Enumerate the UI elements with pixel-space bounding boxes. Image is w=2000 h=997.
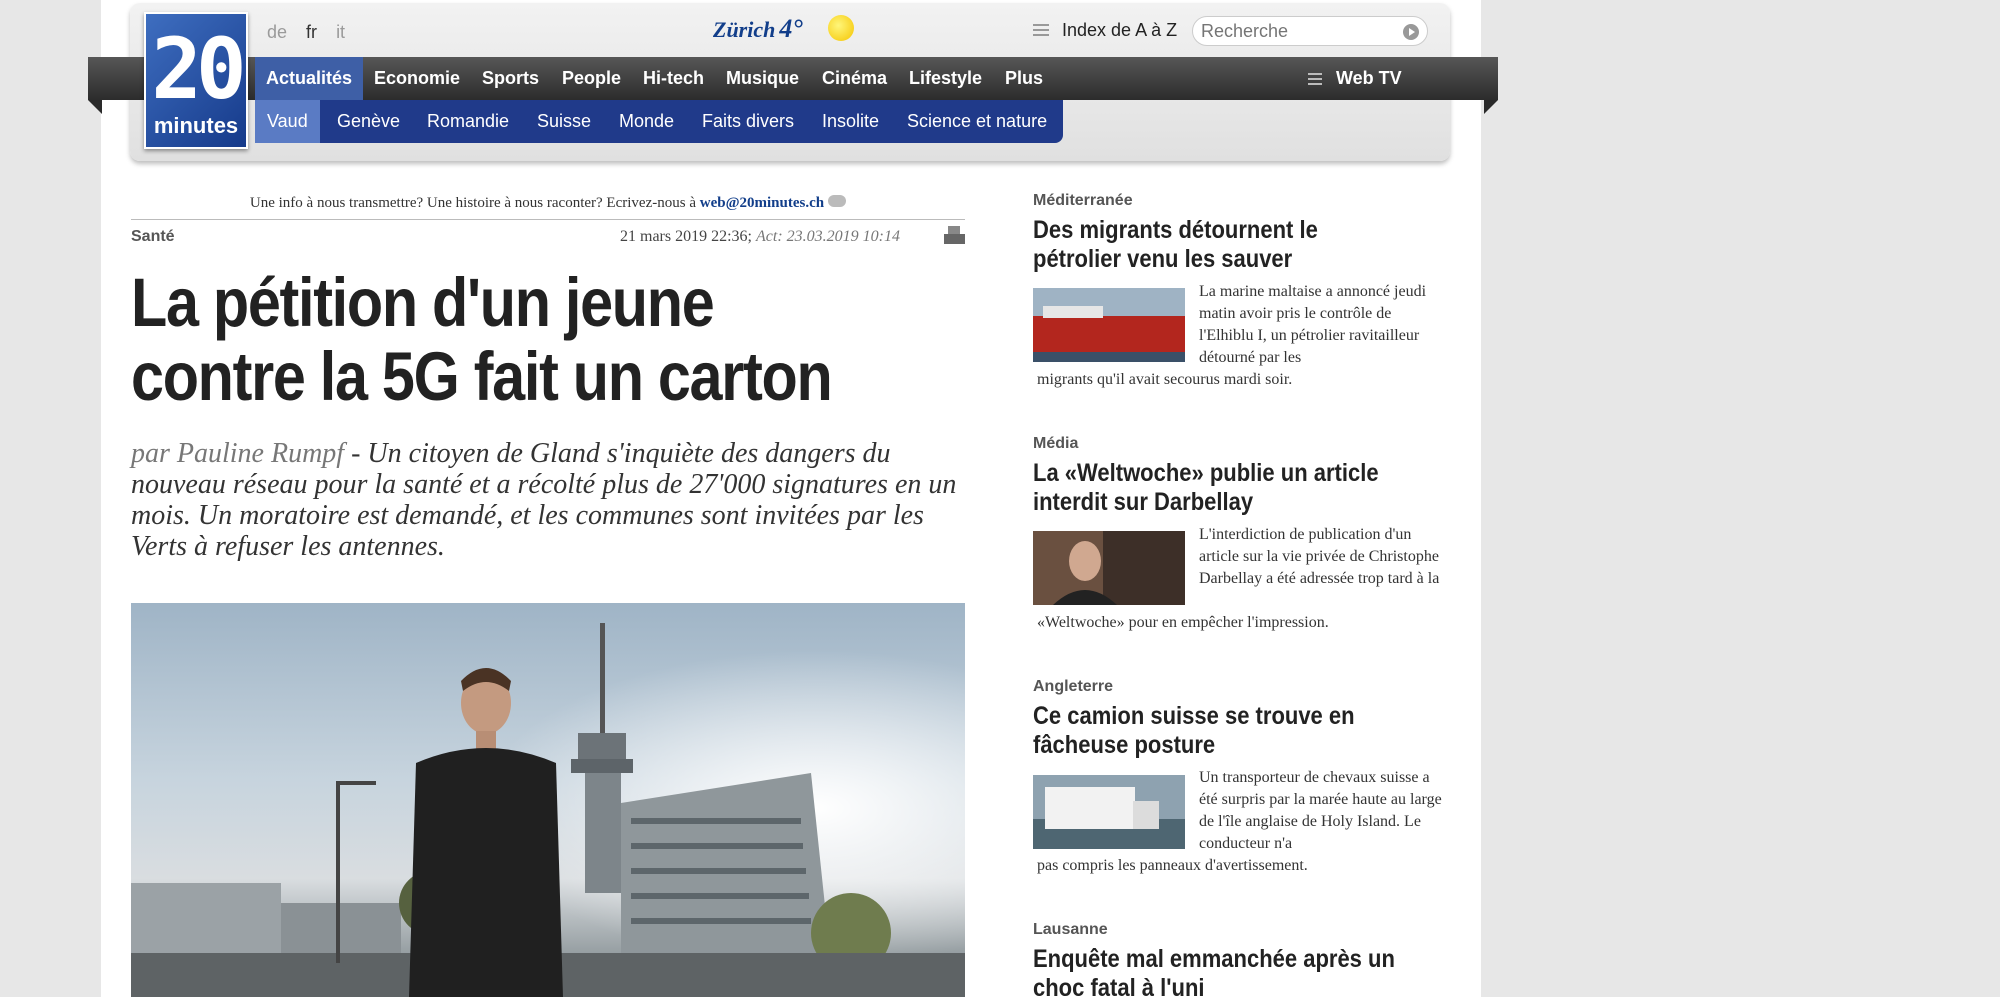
- lang-de[interactable]: de: [267, 22, 287, 42]
- article-updated: Act: 23.03.2019 10:14: [756, 228, 900, 245]
- sidebar-item-category[interactable]: Média: [1033, 435, 1078, 453]
- lang-it[interactable]: it: [336, 22, 345, 42]
- thumb-truck-illustration: [1033, 775, 1185, 849]
- lang-fr[interactable]: fr: [306, 22, 317, 42]
- logo-20minutes[interactable]: 20 minutes: [144, 12, 248, 149]
- nav-economie[interactable]: Economie: [374, 57, 460, 100]
- tip-line: Une info à nous transmettre? Une histoir…: [131, 195, 965, 212]
- subnav-science-et-nature[interactable]: Science et nature: [907, 100, 1047, 143]
- subnav-suisse[interactable]: Suisse: [537, 100, 591, 143]
- sidebar-item-thumbnail[interactable]: [1033, 531, 1185, 605]
- subnav-vaud[interactable]: Vaud: [255, 100, 320, 143]
- logo-word: minutes: [153, 113, 239, 138]
- subnav-insolite[interactable]: Insolite: [822, 100, 879, 143]
- tip-text: Une info à nous transmettre? Une histoir…: [249, 195, 696, 211]
- weather-widget[interactable]: Zürich 4°: [713, 14, 803, 44]
- sidebar-item-thumbnail[interactable]: [1033, 288, 1185, 362]
- print-icon[interactable]: [944, 226, 965, 246]
- weather-city: Zürich: [713, 17, 776, 42]
- index-link[interactable]: Index de A à Z: [1062, 20, 1177, 41]
- article-headline: La pétition d'un jeune contre la 5G fait…: [131, 264, 833, 415]
- nav-people[interactable]: People: [562, 57, 621, 100]
- subnav-geneve[interactable]: Genève: [337, 100, 400, 143]
- tip-email-link[interactable]: web@20minutes.ch: [700, 195, 824, 211]
- nav-hi-tech[interactable]: Hi-tech: [643, 57, 704, 100]
- nav-cinema[interactable]: Cinéma: [822, 57, 887, 100]
- thumb-tanker-illustration: [1033, 288, 1185, 362]
- article-date: 21 mars 2019 22:36;: [620, 228, 752, 245]
- nav-sports[interactable]: Sports: [482, 57, 539, 100]
- subnav-monde[interactable]: Monde: [619, 100, 674, 143]
- sun-icon: [828, 15, 854, 41]
- sidebar-item-summary: Un transporteur de chevaux suisse a été …: [1199, 769, 1442, 852]
- sidebar-item-summary: La marine maltaise a annoncé jeudi matin…: [1199, 283, 1427, 366]
- ribbon-fold-left: [88, 100, 102, 114]
- thumb-person-illustration: [1033, 531, 1185, 605]
- ribbon-fold-right: [1484, 100, 1498, 114]
- comment-icon: [828, 195, 847, 207]
- article-category[interactable]: Santé: [131, 228, 175, 246]
- article-author[interactable]: par Pauline Rumpf: [131, 438, 344, 469]
- search-go-icon[interactable]: [1403, 24, 1419, 40]
- nav-web-tv[interactable]: Web TV: [1336, 57, 1402, 100]
- sidebar-item-category[interactable]: Angleterre: [1033, 678, 1113, 696]
- sidebar-item-title[interactable]: Des migrants détournent le pétrolier ven…: [1033, 216, 1411, 274]
- hero-photo-illustration: [131, 603, 965, 997]
- weather-temp: 4°: [779, 14, 803, 43]
- sidebar-item-summary-end: «Weltwoche» pour en empêcher l'impressio…: [1037, 614, 1329, 631]
- nav-actualites[interactable]: Actualités: [255, 57, 364, 100]
- subnav-faits-divers[interactable]: Faits divers: [702, 100, 794, 143]
- menu-icon: [1308, 73, 1322, 85]
- nav-lifestyle[interactable]: Lifestyle: [909, 57, 982, 100]
- sidebar-item-category[interactable]: Lausanne: [1033, 921, 1108, 939]
- subnav-romandie[interactable]: Romandie: [427, 100, 509, 143]
- article-hero-image[interactable]: [131, 603, 965, 997]
- page: 20 minutes de fr it Zürich 4° Index de A…: [88, 0, 1498, 997]
- list-icon: [1033, 24, 1049, 38]
- logo-number: 20: [151, 20, 246, 118]
- sidebar-item-summary: L'interdiction de publication d'un artic…: [1199, 526, 1440, 587]
- article-divider: [131, 219, 965, 220]
- search-input[interactable]: [1201, 20, 1401, 42]
- sidebar-item-title[interactable]: Enquête mal emmanchée après un choc fata…: [1033, 945, 1411, 997]
- sidebar-item-title[interactable]: Ce camion suisse se trouve en fâcheuse p…: [1033, 702, 1411, 760]
- search-box: [1192, 16, 1428, 46]
- sidebar-item-title[interactable]: La «Weltwoche» publie un article interdi…: [1033, 459, 1411, 517]
- article-lead: par Pauline Rumpf - Un citoyen de Gland …: [131, 438, 965, 562]
- nav-musique[interactable]: Musique: [726, 57, 799, 100]
- language-switcher: de fr it: [267, 22, 359, 43]
- article-dateline: 21 mars 2019 22:36; Act: 23.03.2019 10:1…: [620, 228, 900, 246]
- sidebar-item-summary-end: migrants qu'il avait secourus mardi soir…: [1037, 371, 1293, 388]
- sidebar-item-summary-end: pas compris les panneaux d'avertissement…: [1037, 857, 1308, 874]
- nav-plus[interactable]: Plus: [1005, 57, 1043, 100]
- sidebar-item-category[interactable]: Méditerranée: [1033, 192, 1133, 210]
- sidebar-item-thumbnail[interactable]: [1033, 775, 1185, 849]
